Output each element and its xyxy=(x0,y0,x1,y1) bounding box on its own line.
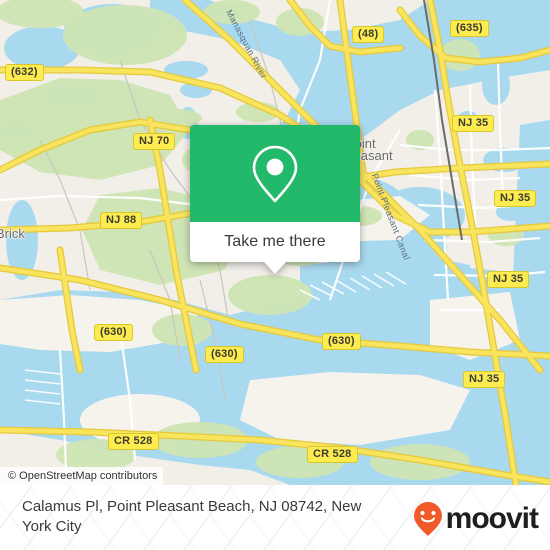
osm-attribution-text: © OpenStreetMap contributors xyxy=(8,470,158,482)
shield-nj88: NJ 88 xyxy=(100,212,143,229)
shield-630-west: (630) xyxy=(94,324,133,341)
shield-nj35-north: NJ 35 xyxy=(452,115,495,132)
shield-nj35-south: NJ 35 xyxy=(463,371,506,388)
footer-bar: Calamus Pl, Point Pleasant Beach, NJ 087… xyxy=(0,485,550,550)
shield-nj70: NJ 70 xyxy=(133,133,176,150)
shield-cr528-west: CR 528 xyxy=(108,433,159,450)
shield-cr528-east: CR 528 xyxy=(307,446,358,463)
shield-nj35-mid: NJ 35 xyxy=(494,190,537,207)
shield-635: (635) xyxy=(450,20,489,37)
map-pin-icon xyxy=(252,145,298,202)
moovit-pin-smiley-icon xyxy=(413,502,442,536)
shield-nj35-mid2: NJ 35 xyxy=(487,271,530,288)
take-me-there-label: Take me there xyxy=(224,233,326,250)
shield-632: (632) xyxy=(5,64,44,81)
location-popup-card[interactable]: Take me there xyxy=(190,125,360,274)
osm-attribution[interactable]: © OpenStreetMap contributors xyxy=(0,467,164,485)
popup-header xyxy=(190,125,360,222)
map-canvas[interactable]: (632) (48) (635) NJ 70 NJ 35 NJ 88 NJ 35… xyxy=(0,0,550,485)
shield-630-center: (630) xyxy=(205,346,244,363)
popup-footer[interactable]: Take me there xyxy=(190,222,360,262)
shield-630-east: (630) xyxy=(322,333,361,350)
place-label-brick: Brick xyxy=(0,226,25,241)
shield-48: (48) xyxy=(352,26,385,43)
moovit-wordmark: moovit xyxy=(445,502,539,535)
moovit-logo[interactable]: moovit xyxy=(412,501,539,537)
popup-pointer xyxy=(264,262,286,274)
map-screenshot: (632) (48) (635) NJ 70 NJ 35 NJ 88 NJ 35… xyxy=(0,0,550,550)
address-label: Calamus Pl, Point Pleasant Beach, NJ 087… xyxy=(22,498,362,535)
